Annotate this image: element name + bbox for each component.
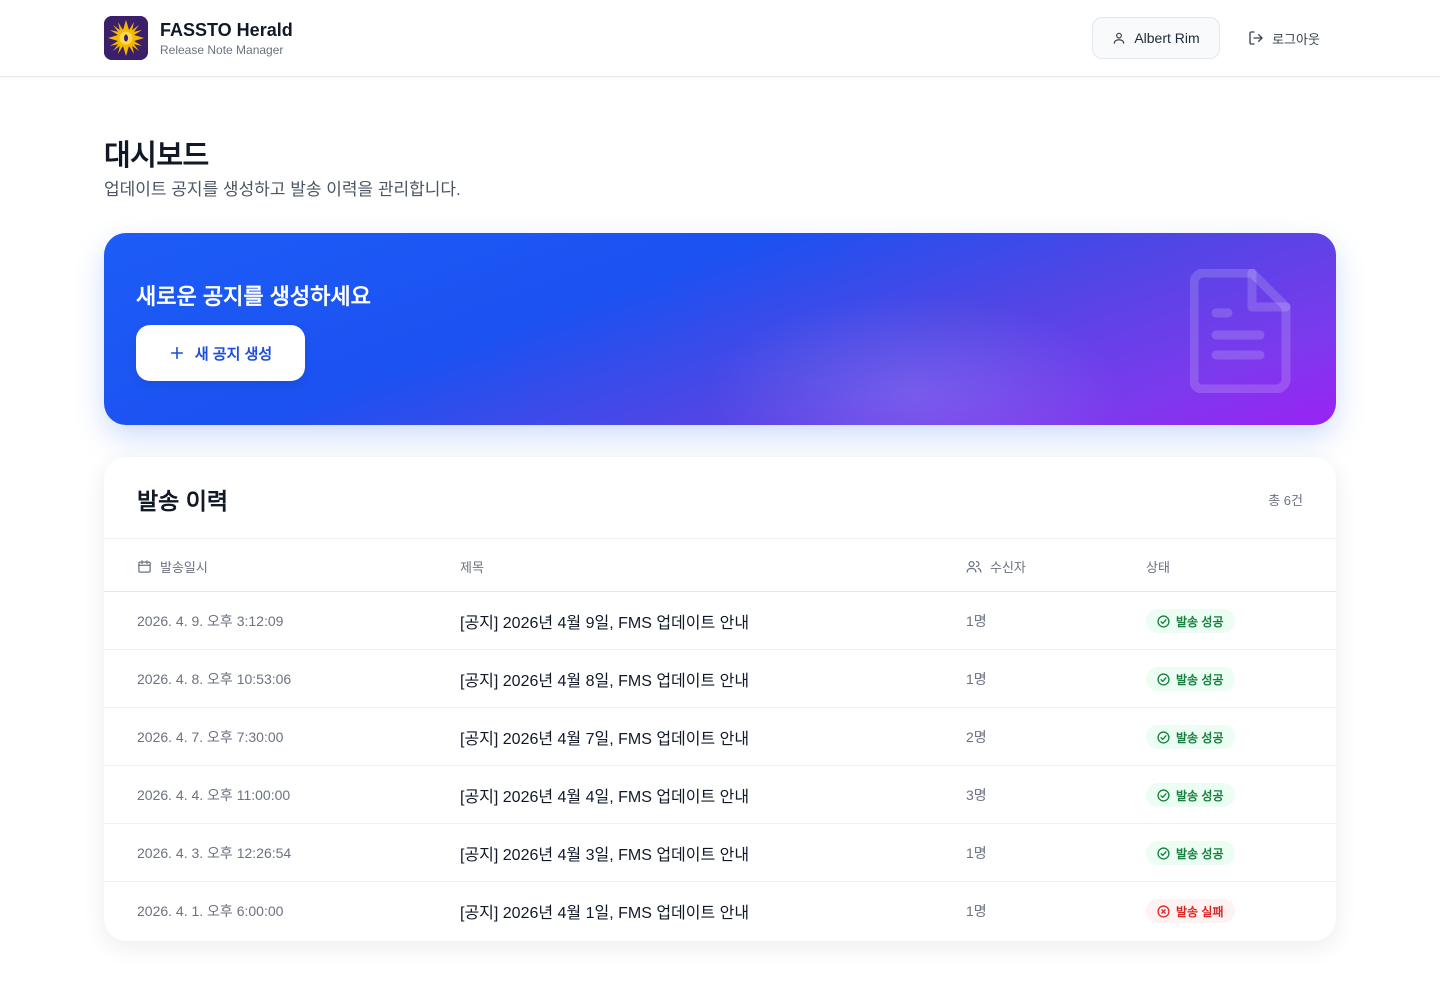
row-date: 2026. 4. 4. 오후 11:00:00 (137, 787, 291, 803)
row-subject[interactable]: [공지] 2026년 4월 7일, FMS 업데이트 안내 (460, 708, 749, 766)
banner-glow (704, 293, 1124, 425)
column-header-status-label: 상태 (1146, 559, 1170, 575)
row-recipients: 3명 (966, 787, 987, 803)
row-date: 2026. 4. 9. 오후 3:12:09 (137, 613, 284, 629)
status-label: 발송 실패 (1176, 904, 1224, 919)
status-badge: 발송 실패 (1146, 899, 1235, 923)
page-title: 대시보드 (104, 140, 209, 172)
row-recipients: 1명 (966, 671, 987, 687)
check-circle-icon (1157, 730, 1170, 744)
row-subject[interactable]: [공지] 2026년 4월 8일, FMS 업데이트 안내 (460, 650, 749, 708)
row-recipients: 1명 (966, 845, 987, 861)
history-title: 발송 이력 (137, 488, 229, 514)
x-circle-icon (1157, 904, 1170, 918)
users-icon (966, 559, 982, 574)
column-header-subject: 제목 (460, 539, 484, 593)
table-row[interactable]: 2026. 4. 1. 오후 6:00:00 [공지] 2026년 4월 1일,… (104, 882, 1336, 940)
status-badge: 발송 성공 (1146, 783, 1235, 807)
row-subject[interactable]: [공지] 2026년 4월 4일, FMS 업데이트 안내 (460, 766, 749, 824)
row-date: 2026. 4. 1. 오후 6:00:00 (137, 903, 284, 919)
row-subject[interactable]: [공지] 2026년 4월 3일, FMS 업데이트 안내 (460, 824, 749, 882)
status-badge: 발송 성공 (1146, 609, 1235, 633)
check-circle-icon (1157, 672, 1170, 686)
table-row[interactable]: 2026. 4. 4. 오후 11:00:00 [공지] 2026년 4월 4일… (104, 766, 1336, 824)
banner-title: 새로운 공지를 생성하세요 (136, 284, 371, 309)
row-date: 2026. 4. 7. 오후 7:30:00 (137, 729, 284, 745)
document-icon (1190, 269, 1294, 393)
new-notice-button[interactable]: 새 공지 생성 (136, 325, 305, 381)
top-header: FASSTO Herald Release Note Manager Alber… (0, 0, 1440, 77)
status-label: 발송 성공 (1176, 730, 1224, 745)
row-subject[interactable]: [공지] 2026년 4월 9일, FMS 업데이트 안내 (460, 592, 749, 650)
table-row[interactable]: 2026. 4. 9. 오후 3:12:09 [공지] 2026년 4월 9일,… (104, 592, 1336, 650)
logout-button[interactable]: 로그아웃 (1236, 17, 1332, 59)
table-row[interactable]: 2026. 4. 8. 오후 10:53:06 [공지] 2026년 4월 8일… (104, 650, 1336, 708)
check-circle-icon (1157, 788, 1170, 802)
app-title: FASSTO Herald (160, 19, 293, 40)
status-badge: 발송 성공 (1146, 841, 1235, 865)
user-name: Albert Rim (1134, 30, 1200, 46)
status-label: 발송 성공 (1176, 614, 1224, 629)
plus-icon (169, 345, 185, 361)
page-description: 업데이트 공지를 생성하고 발송 이력을 관리합니다. (104, 180, 461, 199)
column-header-date: 발송일시 (137, 539, 208, 593)
table-row[interactable]: 2026. 4. 3. 오후 12:26:54 [공지] 2026년 4월 3일… (104, 824, 1336, 882)
row-recipients: 1명 (966, 613, 987, 629)
column-header-recipients-label: 수신자 (990, 559, 1026, 575)
brand[interactable]: FASSTO Herald Release Note Manager (104, 16, 293, 60)
history-count: 총 6건 (1268, 493, 1303, 508)
status-label: 발송 성공 (1176, 788, 1224, 803)
logout-label: 로그아웃 (1272, 31, 1320, 47)
column-header-recipients: 수신자 (966, 539, 1026, 593)
row-recipients: 1명 (966, 903, 987, 919)
sun-logo-icon (104, 16, 148, 60)
status-label: 발송 성공 (1176, 846, 1224, 861)
check-circle-icon (1157, 846, 1170, 860)
column-header-status: 상태 (1146, 539, 1170, 593)
status-badge: 발송 성공 (1146, 725, 1235, 749)
logout-icon (1248, 30, 1264, 46)
new-notice-label: 새 공지 생성 (194, 345, 273, 363)
create-notice-banner: 새로운 공지를 생성하세요 새 공지 생성 (104, 233, 1336, 425)
user-profile-button[interactable]: Albert Rim (1092, 17, 1220, 59)
row-date: 2026. 4. 8. 오후 10:53:06 (137, 671, 292, 687)
status-badge: 발송 성공 (1146, 667, 1235, 691)
table-header: 발송일시 제목 수신자 상태 (104, 538, 1336, 592)
check-circle-icon (1157, 614, 1170, 628)
column-header-date-label: 발송일시 (160, 559, 208, 575)
column-header-subject-label: 제목 (460, 559, 484, 575)
calendar-icon (137, 559, 152, 574)
table-row[interactable]: 2026. 4. 7. 오후 7:30:00 [공지] 2026년 4월 7일,… (104, 708, 1336, 766)
status-label: 발송 성공 (1176, 672, 1224, 687)
row-date: 2026. 4. 3. 오후 12:26:54 (137, 845, 292, 861)
app-subtitle: Release Note Manager (160, 42, 284, 57)
send-history-card: 발송 이력 총 6건 발송일시 제목 수신자 상태 2026. 4. 9. 오후… (104, 457, 1336, 941)
row-subject[interactable]: [공지] 2026년 4월 1일, FMS 업데이트 안내 (460, 882, 749, 940)
user-icon (1112, 31, 1126, 45)
row-recipients: 2명 (966, 729, 987, 745)
